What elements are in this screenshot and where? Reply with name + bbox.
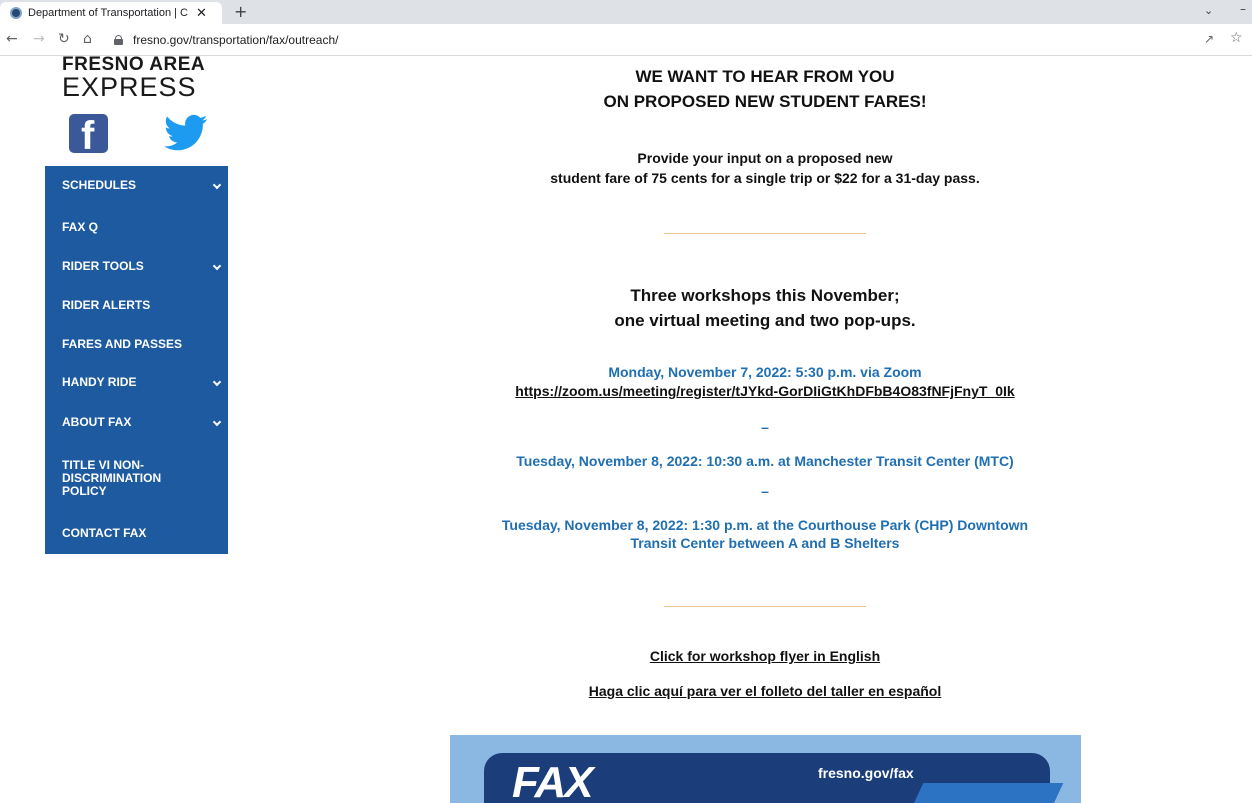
sidebar-nav: SCHEDULES FAX Q RIDER TOOLS RIDER ALERTS… — [45, 166, 228, 554]
banner-url: fresno.gov/fax — [818, 765, 914, 781]
tab-close-icon[interactable]: ✕ — [196, 6, 207, 21]
lock-icon[interactable] — [114, 35, 123, 45]
bookmark-star-icon[interactable]: ☆ — [1230, 30, 1243, 46]
sidebar-item-label: TITLE VI NON-DISCRIMINATION POLICY — [62, 457, 162, 498]
page-title-line-1: WE WANT TO HEAR FROM YOU — [635, 67, 895, 86]
intro-text: Provide your input on a proposed new stu… — [420, 148, 1110, 188]
sidebar-item-fax-q[interactable]: FAX Q — [45, 208, 228, 246]
page-title-line-2: ON PROPOSED NEW STUDENT FARES! — [603, 92, 927, 111]
page-title: WE WANT TO HEAR FROM YOU ON PROPOSED NEW… — [420, 64, 1110, 114]
sidebar-item-rider-alerts[interactable]: RIDER ALERTS — [45, 286, 228, 324]
chevron-down-icon[interactable] — [212, 377, 222, 387]
section-divider — [664, 606, 866, 607]
chevron-down-icon[interactable] — [212, 180, 222, 190]
chevron-down-icon[interactable] — [212, 417, 222, 427]
workshop-flyer-image[interactable]: FAX fresno.gov/fax — [450, 735, 1081, 803]
event-chp: Tuesday, November 8, 2022: 1:30 p.m. at … — [420, 516, 1110, 552]
flyer-english: Click for workshop flyer in English — [420, 646, 1110, 665]
intro-line-1: Provide your input on a proposed new — [637, 150, 893, 166]
section-divider — [664, 233, 866, 234]
event-separator: – — [761, 483, 769, 499]
workshops-heading-line-2: one virtual meeting and two pop-ups. — [614, 311, 916, 330]
back-arrow-icon[interactable]: ← — [6, 31, 18, 47]
workshops-heading: Three workshops this November; one virtu… — [420, 283, 1110, 333]
event-chp-line-2: Transit Center between A and B Shelters — [630, 535, 900, 551]
browser-toolbar: ← → ↻ ⌂ fresno.gov/transportation/fax/ou… — [0, 24, 1252, 56]
home-icon[interactable]: ⌂ — [83, 31, 92, 47]
sidebar-item-label: RIDER ALERTS — [62, 297, 151, 312]
sidebar-item-label: FARES AND PASSES — [62, 336, 183, 351]
zoom-register-link[interactable]: https://zoom.us/meeting/register/tJYkd-G… — [515, 383, 1014, 399]
browser-tabstrip: Department of Transportation | C ✕ + ⌄ – — [0, 0, 1252, 24]
event-zoom: Monday, November 7, 2022: 5:30 p.m. via … — [420, 363, 1110, 400]
sidebar-item-title-vi[interactable]: TITLE VI NON-DISCRIMINATION POLICY — [45, 448, 228, 508]
intro-line-2: student fare of 75 cents for a single tr… — [550, 170, 980, 186]
flyer-english-link[interactable]: Click for workshop flyer in English — [650, 648, 880, 664]
sidebar-item-label: FAX Q — [62, 219, 99, 234]
address-bar[interactable]: fresno.gov/transportation/fax/outreach/ — [108, 29, 1228, 51]
sidebar-item-rider-tools[interactable]: RIDER TOOLS — [45, 247, 228, 285]
facebook-icon[interactable]: f — [69, 114, 108, 153]
event-mtc: Tuesday, November 8, 2022: 10:30 a.m. at… — [516, 453, 1014, 469]
workshops-heading-line-1: Three workshops this November; — [630, 286, 900, 305]
banner-panel: FAX fresno.gov/fax — [484, 753, 1064, 803]
new-tab-icon[interactable]: + — [234, 2, 247, 21]
tab-search-icon[interactable]: ⌄ — [1204, 4, 1213, 17]
sidebar-item-label: CONTACT FAX — [62, 525, 147, 540]
tab-title: Department of Transportation | C — [28, 7, 188, 19]
chevron-down-icon[interactable] — [212, 261, 222, 271]
forward-arrow-icon[interactable]: → — [33, 31, 45, 47]
sidebar-item-about-fax[interactable]: ABOUT FAX — [45, 403, 228, 441]
sidebar-item-handy-ride[interactable]: HANDY RIDE — [45, 363, 228, 401]
sidebar-item-label: RIDER TOOLS — [62, 258, 144, 273]
site-favicon-icon — [10, 7, 22, 19]
flyer-spanish: Haga clic aquí para ver el folleto del t… — [420, 681, 1110, 700]
banner-stripe — [904, 783, 1064, 803]
logo-text-bottom: EXPRESS — [62, 72, 197, 102]
sidebar-item-contact-fax[interactable]: CONTACT FAX — [45, 514, 228, 552]
sidebar-item-label: HANDY RIDE — [62, 374, 137, 389]
sidebar-item-label: ABOUT FAX — [62, 414, 132, 429]
twitter-icon[interactable] — [164, 114, 208, 152]
event-zoom-text: Monday, November 7, 2022: 5:30 p.m. via … — [608, 364, 922, 380]
reload-icon[interactable]: ↻ — [58, 31, 70, 47]
sidebar-item-schedules[interactable]: SCHEDULES — [45, 166, 228, 204]
flyer-spanish-link[interactable]: Haga clic aquí para ver el folleto del t… — [589, 683, 941, 699]
event-chp-line-1: Tuesday, November 8, 2022: 1:30 p.m. at … — [501, 517, 1029, 533]
share-icon[interactable]: ↗ — [1204, 32, 1214, 46]
browser-tab[interactable]: Department of Transportation | C ✕ — [0, 2, 222, 24]
fax-banner-logo: FAX — [512, 758, 594, 803]
sidebar-item-label: SCHEDULES — [62, 177, 137, 192]
event-separator: – — [761, 419, 769, 435]
minimize-icon[interactable]: – — [1240, 2, 1246, 16]
address-bar-url[interactable]: fresno.gov/transportation/fax/outreach/ — [133, 33, 338, 47]
sidebar-item-fares-and-passes[interactable]: FARES AND PASSES — [45, 325, 228, 363]
fax-logo[interactable]: FRESNO AREA EXPRESS — [62, 55, 222, 102]
